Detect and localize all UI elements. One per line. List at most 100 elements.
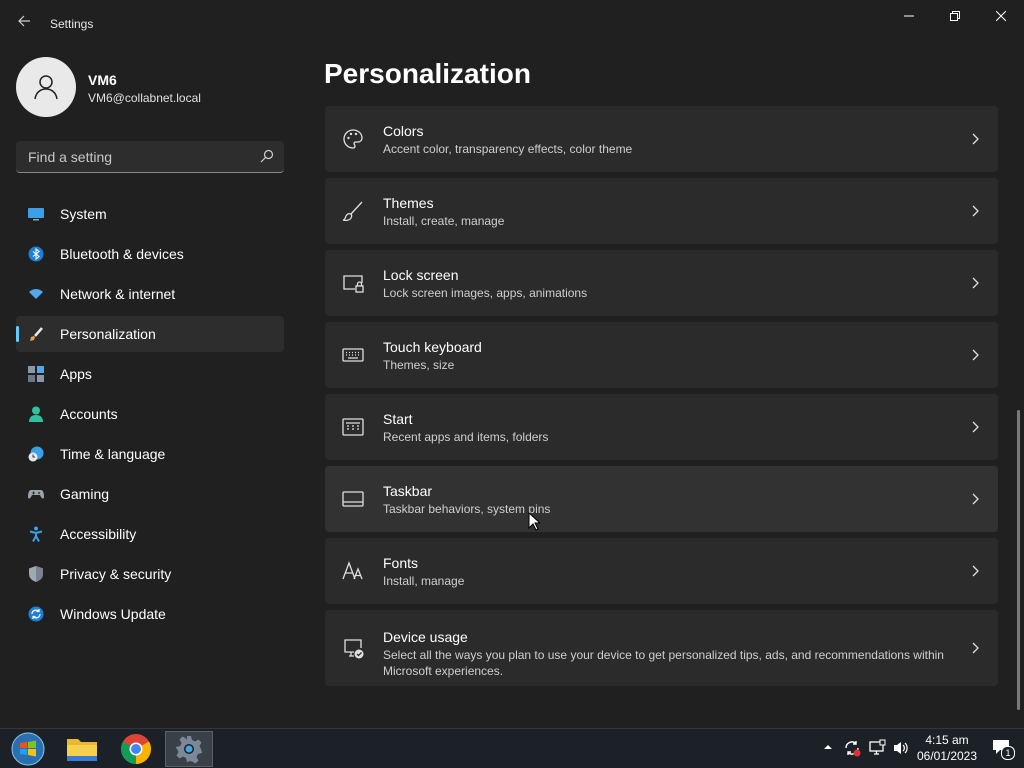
back-button[interactable] [14,14,34,34]
chevron-right-icon [972,205,979,217]
card-title: Device usage [383,629,468,645]
chevron-right-icon [972,349,979,361]
user-name: VM6 [88,72,117,88]
system-clock[interactable]: 4:15 am 06/01/2023 [912,732,982,764]
sync-icon[interactable] [843,739,861,757]
sidebar-item-label: Privacy & security [60,566,172,582]
card-start[interactable]: Start Recent apps and items, folders [325,394,998,460]
search-input[interactable] [26,141,250,173]
card-fonts[interactable]: Fonts Install, manage [325,538,998,604]
brush-icon [342,201,363,222]
chevron-right-icon [972,565,979,577]
gamepad-icon [28,490,44,499]
keyboard-icon [342,348,364,362]
notification-count: 1 [1001,746,1015,760]
page-title: Personalization [324,58,531,89]
palette-icon [343,129,363,149]
chevron-right-icon [972,277,979,289]
sidebar-item-personalization[interactable]: Personalization [16,316,284,352]
chrome-icon [120,734,152,764]
card-description: Select all the ways you plan to use your… [383,648,944,678]
chevron-right-icon [972,133,979,145]
card-touch-keyboard[interactable]: Touch keyboard Themes, size [325,322,998,388]
settings-card-list: Colors Accent color, transparency effect… [325,106,998,692]
mouse-cursor-icon [528,512,540,531]
notification-center-button[interactable]: 1 [992,739,1015,760]
sidebar-item-windows-update[interactable]: Windows Update [16,596,284,632]
sidebar-item-label: Gaming [60,486,110,502]
start-menu-icon [342,418,364,436]
card-description: Install, manage [383,574,465,588]
maximize-button[interactable] [932,0,978,32]
sidebar-item-system[interactable]: System [16,196,284,232]
card-title: Start [383,411,413,427]
close-icon [996,11,1006,21]
card-title: Themes [383,195,434,211]
accessibility-icon [29,526,43,542]
sidebar-item-network[interactable]: Network & internet [16,276,284,312]
chevron-right-icon [972,493,979,505]
sidebar-item-privacy[interactable]: Privacy & security [16,556,284,592]
bluetooth-icon [28,246,44,262]
avatar[interactable] [16,57,76,117]
minimize-button[interactable] [886,0,932,32]
sidebar-item-label: Accessibility [60,526,137,542]
card-themes[interactable]: Themes Install, create, manage [325,178,998,244]
shield-icon [29,566,43,582]
sidebar-item-label: Bluetooth & devices [60,246,184,262]
card-taskbar[interactable]: Taskbar Taskbar behaviors, system pins [325,466,998,532]
sidebar-item-label: Windows Update [60,606,166,622]
sidebar-item-apps[interactable]: Apps [16,356,284,392]
title-bar: Settings [0,0,1024,48]
sidebar-item-bluetooth[interactable]: Bluetooth & devices [16,236,284,272]
taskbar: 4:15 am 06/01/2023 1 [0,728,1024,768]
device-usage-icon [344,639,364,659]
sidebar-item-time-language[interactable]: Time & language [16,436,284,472]
paintbrush-icon [30,327,43,341]
card-description: Recent apps and items, folders [383,430,549,444]
restore-icon [950,11,960,21]
card-title: Lock screen [383,267,459,283]
apps-icon [28,366,44,382]
taskbar-chrome[interactable] [112,731,160,767]
clock-date: 06/01/2023 [916,749,978,763]
chevron-up-icon[interactable] [822,741,834,753]
start-button[interactable] [4,731,52,767]
sidebar-item-label: Apps [60,366,92,382]
clock-time: 4:15 am [925,733,969,747]
card-description: Lock screen images, apps, animations [383,286,588,300]
taskbar-icon [342,491,364,507]
sidebar-item-label: Time & language [60,446,166,462]
sidebar-item-gaming[interactable]: Gaming [16,476,284,512]
card-device-usage[interactable]: Device usage Select all the ways you pla… [325,610,998,686]
monitor-icon [28,208,44,221]
card-title: Taskbar [383,483,433,499]
scrollbar[interactable] [1017,410,1020,710]
volume-icon[interactable] [892,739,910,757]
person-icon [29,406,43,422]
card-description: Themes, size [383,358,455,372]
card-title: Colors [383,123,424,139]
card-title: Fonts [383,555,419,571]
app-title: Settings [50,17,94,31]
sidebar-item-label: Network & internet [60,286,176,302]
windows-start-icon [11,732,45,766]
search-icon[interactable] [260,149,274,163]
card-description: Install, create, manage [383,214,505,228]
back-arrow-icon [18,15,30,27]
sidebar-item-label: System [60,206,107,222]
close-button[interactable] [978,0,1024,32]
card-lock-screen[interactable]: Lock screen Lock screen images, apps, an… [325,250,998,316]
taskbar-settings[interactable] [165,731,213,767]
lock-screen-icon [343,275,364,293]
search-box[interactable] [16,141,284,173]
network-icon[interactable] [868,739,886,757]
taskbar-file-explorer[interactable] [58,731,106,767]
sidebar-item-accounts[interactable]: Accounts [16,396,284,432]
user-avatar-icon [34,75,58,100]
chevron-right-icon [972,642,979,654]
card-colors[interactable]: Colors Accent color, transparency effect… [325,106,998,172]
sidebar-item-accessibility[interactable]: Accessibility [16,516,284,552]
sidebar-item-label: Personalization [60,326,156,342]
card-title: Touch keyboard [383,339,482,355]
